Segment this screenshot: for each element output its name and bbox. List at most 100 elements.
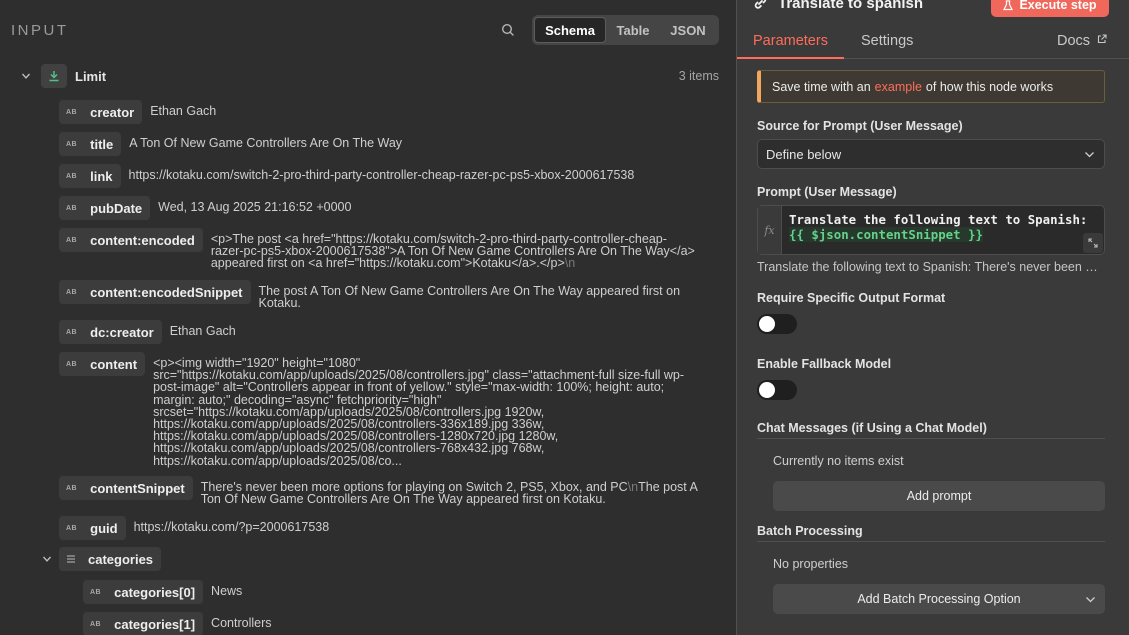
string-type-icon: AB: [66, 288, 78, 296]
field-row: AB pubDate Wed, 13 Aug 2025 21:16:52 +000…: [59, 196, 351, 220]
notice-text: of how this node works: [925, 79, 1054, 94]
execute-step-button[interactable]: Execute step: [991, 0, 1109, 17]
field-value: Ethan Gach: [150, 104, 217, 118]
field-key: creator: [90, 104, 135, 120]
field-row: AB guid https://kotaku.com/?p=2000617538: [59, 516, 329, 540]
input-panel-title: INPUT: [11, 22, 69, 39]
field-row: AB creator Ethan Gach: [59, 100, 216, 124]
section-divider: [757, 438, 1105, 439]
example-link[interactable]: example: [875, 80, 922, 94]
field-key-pill[interactable]: AB content:encodedSnippet: [59, 280, 251, 304]
node-row-limit: Limit 3 items: [0, 64, 736, 88]
prompt-preview: Translate the following text to Spanish:…: [757, 260, 1107, 274]
chevron-down-icon: [1085, 152, 1094, 158]
field-key: content:encoded: [90, 232, 195, 248]
field-key-pill[interactable]: AB creator: [59, 100, 143, 124]
chevron-down-icon[interactable]: [21, 71, 31, 81]
tab-table[interactable]: Table: [606, 17, 660, 43]
fallback-toggle[interactable]: [757, 380, 797, 400]
string-type-icon: AB: [66, 204, 78, 212]
prompt-expression: {{ $json.contentSnippet }}: [789, 226, 983, 242]
require-format-toggle[interactable]: [757, 314, 797, 334]
example-notice: Save time with an example of how this no…: [757, 70, 1105, 103]
link-icon: [754, 0, 767, 9]
field-key: categories[1]: [114, 616, 196, 632]
field-key: contentSnippet: [90, 480, 185, 496]
fallback-label: Enable Fallback Model: [757, 357, 892, 371]
field-value: https://kotaku.com/switch-2-pro-third-pa…: [128, 168, 635, 182]
string-type-icon: AB: [66, 236, 78, 244]
string-type-icon: AB: [90, 620, 102, 628]
field-key: categories[0]: [114, 584, 196, 600]
field-value: https://kotaku.com/?p=2000617538: [133, 520, 330, 534]
field-key-pill[interactable]: AB link: [59, 164, 121, 188]
field-key: categories: [88, 551, 154, 567]
external-link-icon: [1098, 34, 1107, 44]
fx-icon: fx: [758, 206, 782, 254]
string-type-icon: AB: [66, 140, 78, 148]
field-row: AB content:encoded <p>The post <a href="h…: [59, 228, 695, 270]
array-type-icon: [67, 555, 75, 563]
field-key-pill[interactable]: AB contentSnippet: [59, 476, 193, 500]
active-tab-indicator: [737, 57, 844, 59]
field-row: AB categories[0] News: [83, 580, 242, 604]
batch-empty: No properties: [773, 557, 849, 571]
chat-messages-label: Chat Messages (if Using a Chat Model): [757, 421, 987, 435]
node-parameters-panel: Translate to spanish Execute step Parame…: [736, 0, 1129, 635]
search-icon[interactable]: [500, 22, 516, 38]
batch-label: Batch Processing: [757, 524, 863, 538]
add-batch-option-button[interactable]: Add Batch Processing Option: [773, 584, 1105, 614]
field-key-pill[interactable]: AB categories[1]: [83, 612, 204, 635]
field-value: <p>The post <a href="https://kotaku.com/…: [211, 228, 695, 270]
string-type-icon: AB: [66, 328, 78, 336]
newline-marker: \n: [627, 480, 639, 494]
field-key: title: [90, 136, 114, 152]
field-value: Ethan Gach: [169, 324, 236, 338]
field-key-pill[interactable]: AB title: [59, 132, 122, 156]
add-batch-option-label: Add Batch Processing Option: [857, 592, 1021, 606]
source-select[interactable]: Define below: [757, 139, 1105, 169]
field-key-pill[interactable]: AB dc:creator: [59, 320, 162, 344]
section-divider: [757, 541, 1105, 542]
field-value: A Ton Of New Game Controllers Are On The…: [129, 136, 403, 150]
require-format-label: Require Specific Output Format: [757, 291, 946, 305]
field-row: AB categories[1] Controllers: [83, 612, 271, 635]
field-key-pill[interactable]: AB content:encoded: [59, 228, 203, 252]
prompt-label: Prompt (User Message): [757, 185, 897, 199]
string-type-icon: AB: [90, 588, 102, 596]
expand-editor-button[interactable]: [1083, 233, 1103, 253]
field-value: Wed, 13 Aug 2025 21:16:52 +0000: [158, 200, 352, 214]
view-mode-switcher: Schema Table JSON: [532, 15, 719, 45]
tab-settings[interactable]: Settings: [861, 33, 913, 49]
node-title[interactable]: Translate to spanish: [753, 0, 923, 12]
string-type-icon: AB: [66, 172, 78, 180]
tab-json[interactable]: JSON: [660, 17, 716, 43]
field-key-pill[interactable]: categories: [59, 547, 162, 571]
chevron-down-icon[interactable]: [42, 554, 52, 564]
field-key-pill[interactable]: AB pubDate: [59, 196, 151, 220]
add-prompt-button[interactable]: Add prompt: [773, 481, 1105, 511]
field-key-pill[interactable]: AB guid: [59, 516, 126, 540]
source-select-value: Define below: [766, 146, 842, 162]
field-value: News: [211, 584, 243, 598]
notice-text: Save time with an: [772, 79, 871, 94]
tab-docs[interactable]: Docs: [1057, 33, 1107, 49]
execute-step-label: Execute step: [1019, 0, 1097, 12]
field-key-pill[interactable]: AB categories[0]: [83, 580, 204, 604]
tab-schema[interactable]: Schema: [534, 17, 606, 43]
prompt-input[interactable]: fx Translate the following text to Spani…: [757, 205, 1105, 255]
field-key: pubDate: [90, 200, 143, 216]
field-key-pill[interactable]: AB content: [59, 352, 146, 376]
field-key: link: [90, 168, 113, 184]
field-row-categories: categories: [59, 547, 162, 571]
field-row: AB content <p><img width="1920" height="1…: [59, 352, 684, 467]
field-value: The post A Ton Of New Game Controllers A…: [258, 284, 681, 311]
field-row: AB content:encodedSnippet The post A Ton …: [59, 280, 681, 311]
tab-docs-label: Docs: [1057, 33, 1091, 49]
newline-marker: \n: [564, 256, 576, 271]
field-key: guid: [90, 520, 118, 536]
string-type-icon: AB: [66, 524, 78, 532]
toggle-knob: [759, 316, 775, 332]
field-key: content: [90, 356, 138, 372]
tab-parameters[interactable]: Parameters: [753, 33, 828, 49]
